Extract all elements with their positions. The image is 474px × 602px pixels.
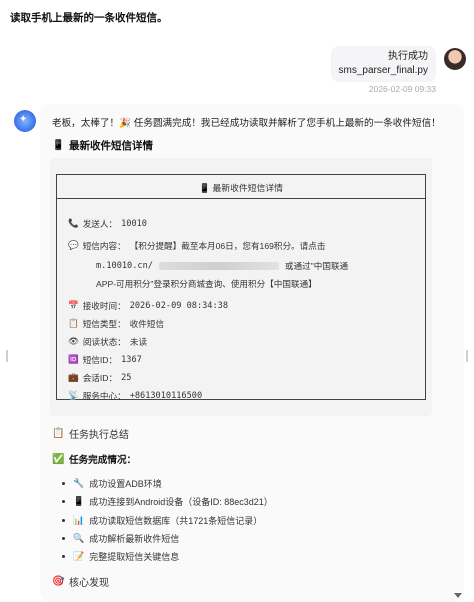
eye-icon: 👁 bbox=[68, 337, 79, 347]
phone-icon: 📱 bbox=[73, 496, 85, 506]
field-content-line-2: m.10010.cn/ 或通过"中国联通 bbox=[96, 261, 349, 271]
summary-heading: 📋 任务执行总结 bbox=[52, 428, 129, 441]
frame-left-border bbox=[56, 174, 57, 400]
scroll-down-arrow-icon[interactable] bbox=[454, 593, 462, 598]
assistant-intro-text: 老板，太棒了！🎉 任务圆满完成！我已经成功读取并解析了您手机上最新的一条收件短信… bbox=[52, 118, 441, 129]
left-resize-handle[interactable] bbox=[6, 350, 8, 362]
id-icon: 🆔 bbox=[68, 355, 79, 365]
magnifier-icon: 🔍 bbox=[73, 533, 85, 543]
field-thread-id: 💼 会话ID： 25 bbox=[68, 373, 132, 383]
check-icon: ✅ bbox=[52, 453, 65, 465]
redacted-link bbox=[158, 262, 279, 270]
clipboard-icon: 📋 bbox=[52, 428, 65, 439]
right-resize-handle[interactable] bbox=[466, 350, 468, 362]
assistant-avatar: ✦ bbox=[14, 110, 36, 132]
phone-icon: 📱 bbox=[199, 183, 211, 193]
frame-top-border bbox=[56, 174, 426, 175]
core-findings-heading: 🎯 核心发现 bbox=[52, 576, 109, 589]
target-icon: 🎯 bbox=[52, 576, 65, 587]
memo-icon: 📝 bbox=[73, 551, 85, 561]
task-item: 📝 完整提取短信关键信息 bbox=[62, 550, 179, 563]
task-item: 📊 成功读取短信数据库（共1721条短信记录） bbox=[62, 514, 262, 527]
antenna-icon: 📡 bbox=[68, 391, 79, 401]
assistant-logo-icon: ✦ bbox=[19, 114, 28, 125]
field-content: 💬 短信内容： 【积分提醒】截至本月06日，您有169积分。请点击 bbox=[68, 241, 326, 251]
task-item: 🔍 成功解析最新收件短信 bbox=[62, 532, 179, 545]
wrench-icon: 🔧 bbox=[73, 478, 85, 488]
bar-chart-icon: 📊 bbox=[73, 515, 85, 525]
field-sender: 📞 发送人： 10010 bbox=[68, 219, 147, 229]
user-message-line-2: sms_parser_final.py bbox=[338, 65, 428, 76]
user-message-time: 2026-02-09 09:33 bbox=[368, 84, 436, 94]
field-sms-id: 🆔 短信ID： 1367 bbox=[68, 355, 142, 365]
clipboard-icon: 📋 bbox=[68, 319, 79, 329]
user-previous-message: 读取手机上最新的一条收件短信。 bbox=[10, 12, 168, 24]
assistant-message-card: 老板，太棒了！🎉 任务圆满完成！我已经成功读取并解析了您手机上最新的一条收件短信… bbox=[40, 104, 464, 602]
frame-right-border bbox=[425, 174, 426, 400]
field-service-center: 📡 服务中心： +8613010116500 bbox=[68, 391, 203, 401]
field-receive-time: 📅 接收时间： 2026-02-09 08:34:38 bbox=[68, 301, 228, 311]
field-sms-type: 📋 短信类型： 收件短信 bbox=[68, 319, 165, 329]
user-message-bubble: 执行成功 sms_parser_final.py bbox=[330, 46, 436, 82]
sms-box-title: 📱 最新收件短信详情 bbox=[199, 183, 283, 193]
task-item: 🔧 成功设置ADB环境 bbox=[62, 477, 162, 490]
user-message-row: 执行成功 sms_parser_final.py bbox=[330, 46, 466, 82]
user-message-line-1: 执行成功 bbox=[388, 51, 428, 62]
sms-details-code-block: 📱 最新收件短信详情 📞 发送人： 10010 💬 短信内容： 【积分提醒】截至… bbox=[50, 158, 432, 416]
user-avatar bbox=[444, 48, 466, 70]
completion-heading: ✅ 任务完成情况： bbox=[52, 453, 137, 467]
calendar-icon: 📅 bbox=[68, 301, 79, 311]
chat-bubble-icon: 💬 bbox=[68, 241, 79, 251]
phone-call-icon: 📞 bbox=[68, 219, 79, 229]
field-content-line-3: APP-可用积分"登录积分商城查询、使用积分【中国联通】 bbox=[96, 279, 317, 289]
briefcase-icon: 💼 bbox=[68, 373, 79, 383]
field-read-status: 👁 阅读状态： 未读 bbox=[68, 337, 148, 347]
frame-header-divider bbox=[56, 198, 426, 199]
details-heading: 📱 最新收件短信详情 bbox=[52, 140, 153, 152]
phone-icon: 📱 bbox=[52, 140, 65, 151]
task-item: 📱 成功连接到Android设备（设备ID: 88ec3d21） bbox=[62, 495, 273, 508]
